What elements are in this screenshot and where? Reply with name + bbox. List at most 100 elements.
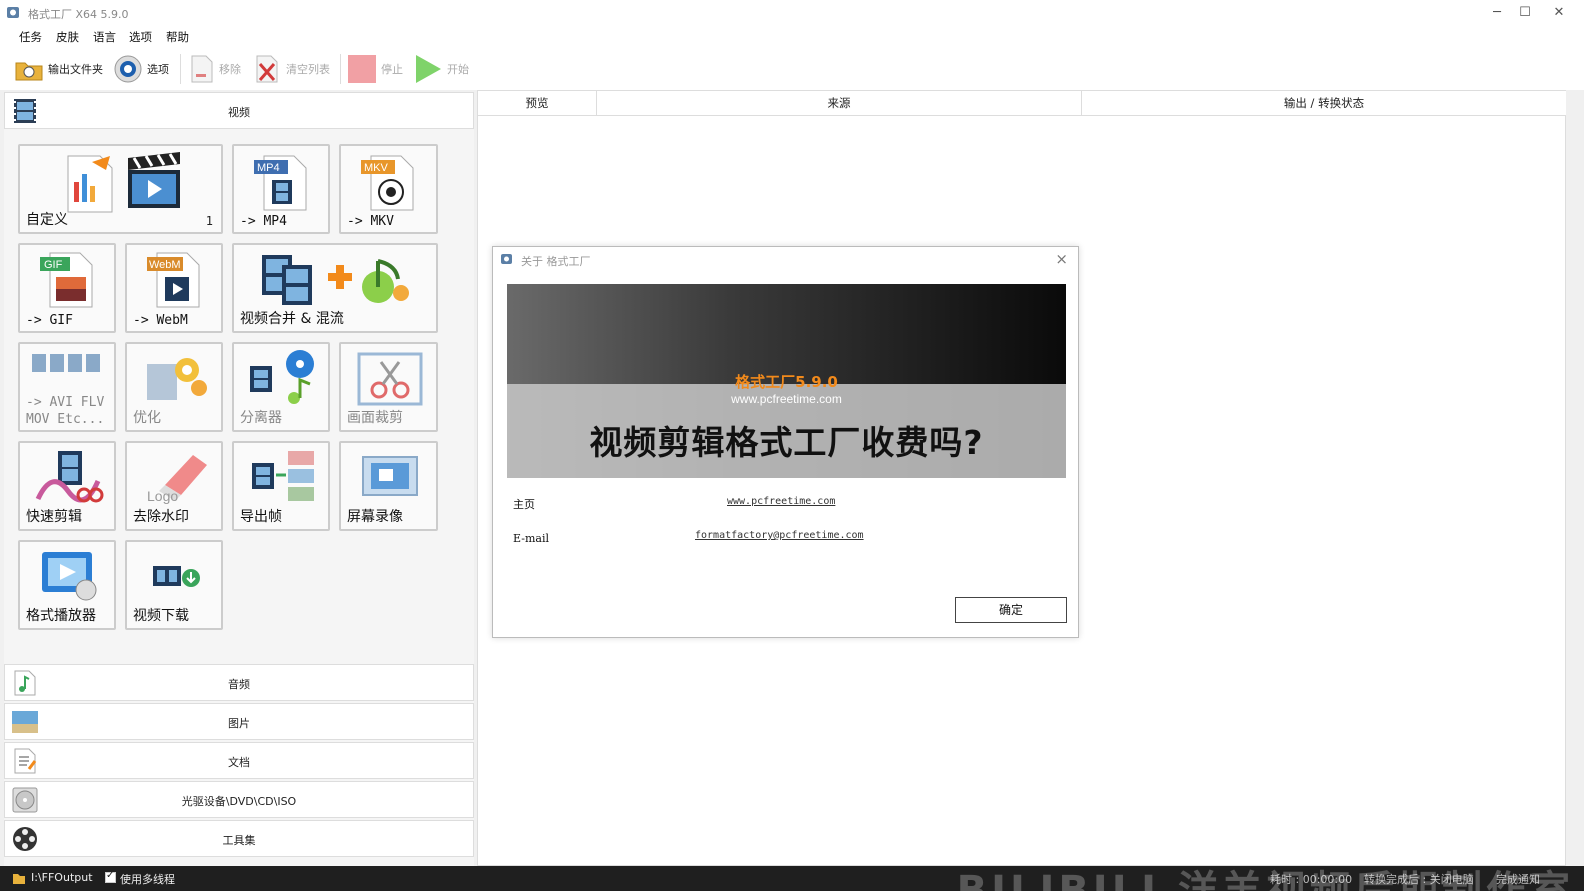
- tile-gif[interactable]: GIF -> GIF: [18, 243, 116, 333]
- tile-screen-record[interactable]: 屏幕录像: [339, 441, 438, 531]
- category-tools-label: 工具集: [222, 834, 256, 847]
- tile-optimize[interactable]: 优化: [125, 342, 223, 432]
- category-image[interactable]: 图片: [4, 703, 474, 740]
- app-icon: [7, 7, 19, 18]
- screen-record-icon: [362, 456, 418, 496]
- menu-language[interactable]: 语言: [93, 29, 116, 45]
- category-audio[interactable]: 音频: [4, 664, 474, 701]
- tile-mkv-label: -> MKV: [347, 214, 394, 229]
- toolbar-separator: [340, 54, 341, 84]
- about-dialog: 关于 格式工厂 × 格式工厂5.9.0 www.pcfreetime.com 视…: [492, 246, 1079, 638]
- category-panel: 视频 自定义 1 MP4 -> MP4 MKV -> MKV GIF -> GI…: [4, 92, 474, 866]
- webm-tag: WebM: [149, 259, 181, 271]
- tile-player-label: 格式播放器: [26, 608, 96, 624]
- webm-file-icon: WebM: [147, 252, 200, 308]
- gif-tag: GIF: [44, 259, 63, 271]
- tile-player[interactable]: 格式播放器: [18, 540, 116, 630]
- email-label: E-mail: [513, 532, 549, 545]
- remove-button[interactable]: 移除: [189, 52, 241, 86]
- category-optical[interactable]: 光驱设备\DVD\CD\ISO: [4, 781, 474, 818]
- tile-remove-logo[interactable]: Logo 去除水印: [125, 441, 223, 531]
- output-folder-label: 输出文件夹: [48, 63, 103, 76]
- minimize-button[interactable]: ─: [1483, 2, 1511, 24]
- output-path[interactable]: I:\FFOutput: [31, 871, 93, 884]
- tile-crop[interactable]: 画面裁剪: [339, 342, 438, 432]
- homepage-link[interactable]: www.pcfreetime.com: [727, 496, 835, 507]
- category-document[interactable]: 文档: [4, 742, 474, 779]
- clear-list-label: 清空列表: [286, 63, 330, 76]
- tile-remove-logo-label: 去除水印: [133, 509, 189, 525]
- column-output-status[interactable]: 输出 / 转换状态: [1082, 91, 1566, 116]
- gif-file-icon: GIF: [40, 252, 93, 308]
- crop-scissors-icon: [357, 352, 423, 406]
- tile-download[interactable]: 视频下载: [125, 540, 223, 630]
- remove-label: 移除: [219, 63, 241, 76]
- document-remove-icon: [191, 55, 213, 83]
- clapperboard-icon: [128, 152, 180, 208]
- tile-export-frames-label: 导出帧: [240, 509, 282, 525]
- tile-merge-label: 视频合并 & 混流: [240, 311, 344, 327]
- options-button[interactable]: 选项: [113, 52, 169, 86]
- mp4-file-icon: MP4: [254, 155, 307, 211]
- start-button[interactable]: 开始: [413, 52, 469, 86]
- email-link[interactable]: formatfactory@pcfreetime.com: [695, 530, 864, 541]
- tile-custom[interactable]: 自定义 1: [18, 144, 223, 234]
- tile-mp4[interactable]: MP4 -> MP4: [232, 144, 330, 234]
- tile-quick-cut[interactable]: 快速剪辑: [18, 441, 116, 531]
- category-audio-label: 音频: [228, 678, 250, 691]
- output-folder-button[interactable]: 输出文件夹: [14, 52, 103, 86]
- stop-button[interactable]: 停止: [347, 52, 403, 86]
- clear-list-icon: [256, 55, 278, 83]
- watermark-text: BILIBILI 洋羊视频后期制作室: [956, 868, 1574, 891]
- stop-icon: [348, 55, 376, 83]
- menu-options[interactable]: 选项: [129, 29, 152, 45]
- stop-label: 停止: [381, 63, 403, 76]
- column-source[interactable]: 来源: [597, 91, 1082, 116]
- media-player-icon: [42, 552, 97, 601]
- splitter-icon: [250, 350, 314, 404]
- close-window-button[interactable]: ✕: [1545, 2, 1573, 24]
- tile-merge[interactable]: 视频合并 & 混流: [232, 243, 438, 333]
- toolbar: 输出文件夹 选项 移除 清空列表 停止 开始: [0, 48, 1584, 90]
- maximize-button[interactable]: ☐: [1511, 2, 1539, 24]
- category-video-label: 视频: [228, 106, 250, 119]
- multithread-label: 使用多线程: [120, 873, 175, 886]
- banner-overlay-text: 视频剪辑格式工厂收费吗?: [589, 423, 984, 462]
- ok-button[interactable]: 确定: [955, 597, 1067, 623]
- tile-webm[interactable]: WebM -> WebM: [125, 243, 223, 333]
- toolbar-separator: [180, 54, 181, 84]
- menu-task[interactable]: 任务: [19, 29, 42, 45]
- menu-bar: 任务 皮肤 语言 选项 帮助: [0, 26, 1584, 48]
- merge-film-music-icon: [262, 255, 409, 305]
- tile-crop-label: 画面裁剪: [347, 410, 403, 426]
- multithread-checkbox[interactable]: [105, 870, 116, 883]
- category-document-label: 文档: [228, 756, 250, 769]
- dialog-close-button[interactable]: ×: [1055, 250, 1068, 268]
- title-bar: 格式工厂 X64 5.9.0 ─ ☐ ✕: [0, 0, 1584, 26]
- tile-avi-label-line1: -> AVI FLV: [26, 395, 105, 410]
- category-image-label: 图片: [228, 717, 250, 730]
- folder-icon: [15, 62, 43, 81]
- category-video[interactable]: 视频: [4, 92, 474, 129]
- tile-mkv[interactable]: MKV -> MKV: [339, 144, 438, 234]
- document-chart-icon: [67, 155, 113, 213]
- tile-avi-flv-mov[interactable]: -> AVI FLV MOV Etc...: [18, 342, 116, 432]
- tile-download-label: 视频下载: [133, 608, 189, 624]
- format-factory-window: 格式工厂 X64 5.9.0 ─ ☐ ✕ 任务 皮肤 语言 选项 帮助 输出文件…: [0, 0, 1584, 891]
- tile-splitter[interactable]: 分离器: [232, 342, 330, 432]
- tile-export-frames[interactable]: 导出帧: [232, 441, 330, 531]
- mkv-tag: MKV: [364, 162, 389, 174]
- clear-list-button[interactable]: 清空列表: [254, 52, 330, 86]
- video-tiles: 自定义 1 MP4 -> MP4 MKV -> MKV GIF -> GIF W…: [4, 132, 474, 664]
- tile-screen-record-label: 屏幕录像: [347, 509, 403, 525]
- column-preview[interactable]: 预览: [478, 91, 597, 116]
- menu-skin[interactable]: 皮肤: [56, 29, 79, 45]
- app-icon: [501, 254, 512, 264]
- menu-help[interactable]: 帮助: [166, 29, 189, 45]
- category-tools[interactable]: 工具集: [4, 820, 474, 857]
- optimize-gears-icon: [147, 358, 207, 400]
- homepage-label: 主页: [513, 498, 535, 511]
- gear-icon: [114, 55, 142, 83]
- about-banner: 格式工厂5.9.0 www.pcfreetime.com 视频剪辑格式工厂收费吗…: [507, 284, 1066, 478]
- banner-version: 格式工厂5.9.0: [735, 373, 838, 391]
